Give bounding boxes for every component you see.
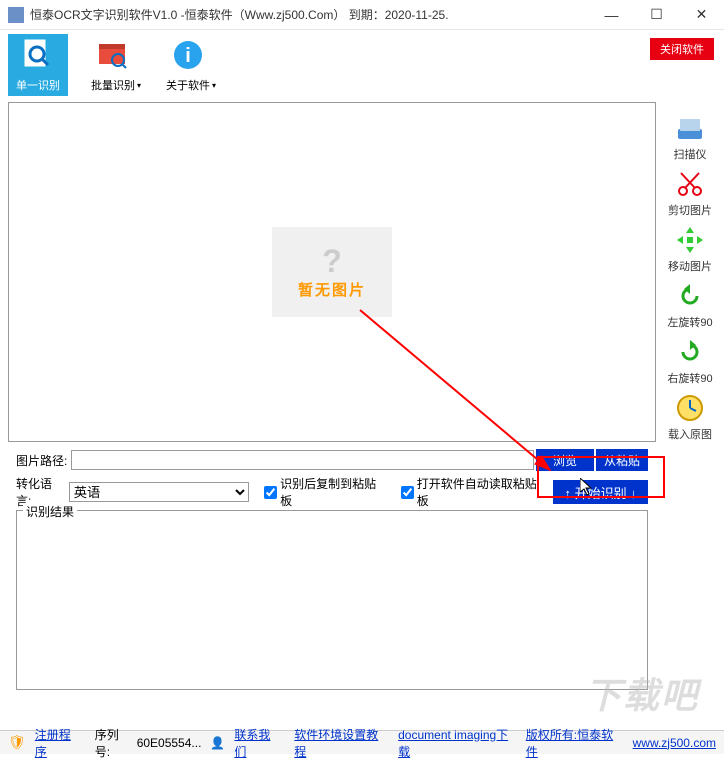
crop-button[interactable]: 剪切图片 [665, 168, 715, 218]
lang-row: 转化语言: 英语 识别后复制到粘贴板 打开软件自动读取粘贴板 ↑ 开始识别 ↓ [16, 478, 648, 506]
rotate-right-button[interactable]: 右旋转90 [665, 336, 715, 386]
path-input[interactable] [71, 450, 534, 470]
browse-button[interactable]: 浏览 [536, 449, 594, 471]
result-fieldset: 识别结果 [16, 510, 648, 690]
statusbar: 🛡 注册程序 序列号: 60E05554... 👤 联系我们 软件环境设置教程 … [0, 730, 724, 754]
app-icon [8, 7, 24, 23]
lang-select[interactable]: 英语 [69, 482, 249, 502]
contact-link[interactable]: 联系我们 [234, 726, 278, 760]
left-panel: ? 暂无图片 图片路径: 浏览 从粘贴 转化语言: 英语 识别后复制到粘贴板 打… [8, 102, 656, 690]
batch-icon [95, 37, 131, 73]
main-toolbar: 单一识别 批量识别 ▾ i 关于软件 ▾ 关闭软件 [0, 30, 724, 100]
maximize-button[interactable]: ☐ [634, 0, 679, 30]
move-button[interactable]: 移动图片 [665, 224, 715, 274]
single-recognize-button[interactable]: 单一识别 [8, 34, 68, 96]
window-controls: — ☐ ✕ [589, 0, 724, 30]
user-icon: 👤 [210, 736, 225, 750]
rotate-left-icon [674, 280, 706, 312]
about-button[interactable]: i 关于软件 ▾ [158, 34, 218, 96]
copyright-link[interactable]: 版权所有:恒泰软件 [526, 726, 617, 760]
rotate-right-icon [674, 336, 706, 368]
copy-checkbox[interactable]: 识别后复制到粘贴板 [264, 475, 382, 509]
batch-recognize-button[interactable]: 批量识别 ▾ [83, 34, 143, 96]
close-app-button[interactable]: 关闭软件 [650, 38, 714, 60]
no-image-placeholder: ? 暂无图片 [272, 227, 392, 317]
move-icon [674, 224, 706, 256]
window-title: 恒泰OCR文字识别软件V1.0 -恒泰软件（Www.zj500.Com） 到期：… [30, 6, 589, 23]
register-link[interactable]: 注册程序 [35, 726, 79, 760]
dropdown-arrow-icon: ▾ [137, 81, 141, 90]
main-area: ? 暂无图片 图片路径: 浏览 从粘贴 转化语言: 英语 识别后复制到粘贴板 打… [0, 100, 724, 690]
from-paste-button[interactable]: 从粘贴 [596, 449, 648, 471]
question-icon: ? [322, 245, 342, 277]
controls-panel: 图片路径: 浏览 从粘贴 转化语言: 英语 识别后复制到粘贴板 打开软件自动读取… [8, 442, 656, 506]
minimize-button[interactable]: — [589, 0, 634, 30]
result-legend: 识别结果 [23, 503, 77, 520]
path-label: 图片路径: [16, 452, 67, 469]
site-link[interactable]: www.zj500.com [633, 736, 716, 750]
serial-value: 60E05554... [137, 736, 202, 750]
image-preview: ? 暂无图片 [8, 102, 656, 442]
scanner-button[interactable]: 扫描仪 [665, 112, 715, 162]
scanner-icon [674, 112, 706, 144]
serial-label: 序列号: [95, 726, 131, 760]
svg-text:i: i [185, 45, 191, 67]
docimg-link[interactable]: document imaging下载 [398, 726, 510, 760]
clock-icon [674, 392, 706, 424]
path-row: 图片路径: 浏览 从粘贴 [16, 446, 648, 474]
info-icon: i [170, 37, 206, 73]
load-original-button[interactable]: 载入原图 [665, 392, 715, 442]
document-search-icon [20, 37, 56, 73]
shield-icon: 🛡 [8, 734, 26, 751]
scissors-icon [674, 168, 706, 200]
close-button[interactable]: ✕ [679, 0, 724, 30]
auto-checkbox[interactable]: 打开软件自动读取粘贴板 [401, 475, 541, 509]
right-toolbar: 扫描仪 剪切图片 移动图片 左旋转90 右旋转90 [656, 102, 716, 690]
titlebar: 恒泰OCR文字识别软件V1.0 -恒泰软件（Www.zj500.Com） 到期：… [0, 0, 724, 30]
rotate-left-button[interactable]: 左旋转90 [665, 280, 715, 330]
start-recognize-button[interactable]: ↑ 开始识别 ↓ [553, 480, 648, 504]
dropdown-arrow-icon: ▾ [212, 81, 216, 90]
env-link[interactable]: 软件环境设置教程 [294, 726, 382, 760]
